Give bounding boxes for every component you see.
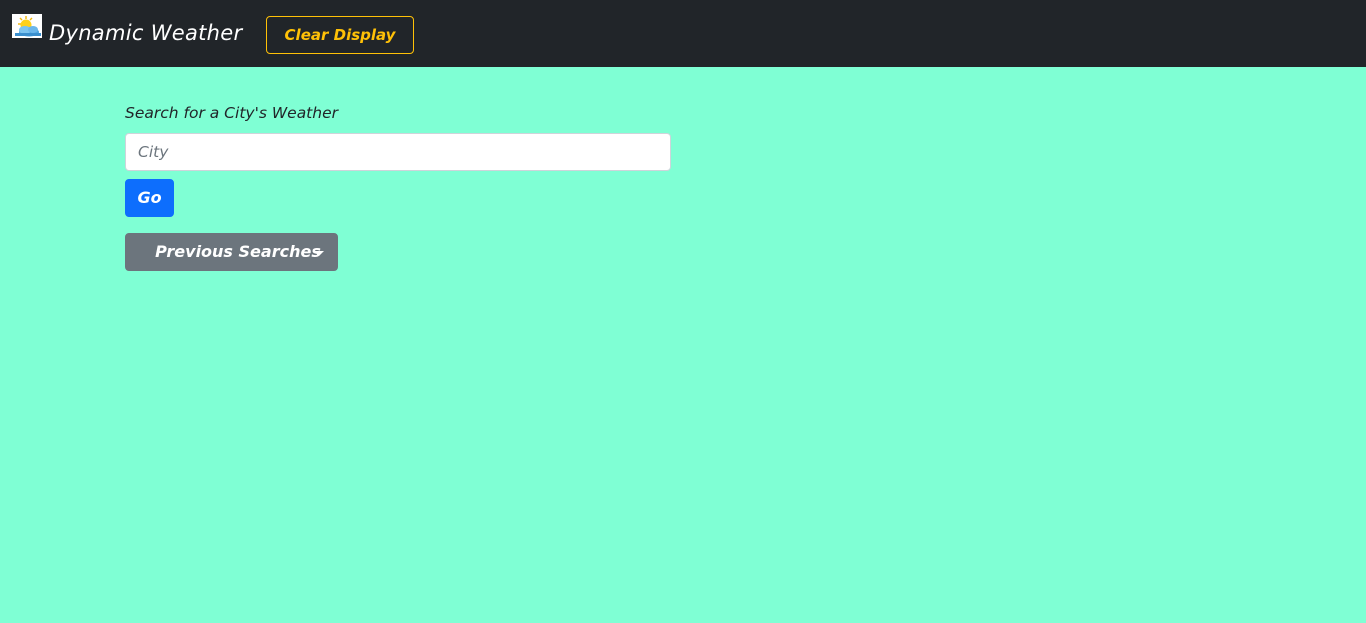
previous-searches-dropdown-button[interactable]: Previous Searches [125,233,338,271]
go-button[interactable]: Go [125,179,174,217]
partly-sunny-weather-icon [12,14,42,38]
search-label: Search for a City's Weather [125,104,338,122]
caret-down-icon [314,251,324,256]
clear-display-button[interactable]: Clear Display [266,16,414,54]
brand-title[interactable]: Dynamic Weather [49,18,242,48]
previous-searches-label: Previous Searches [155,242,321,261]
city-search-input[interactable] [125,133,671,171]
navbar: Dynamic Weather Clear Display [0,0,1366,67]
